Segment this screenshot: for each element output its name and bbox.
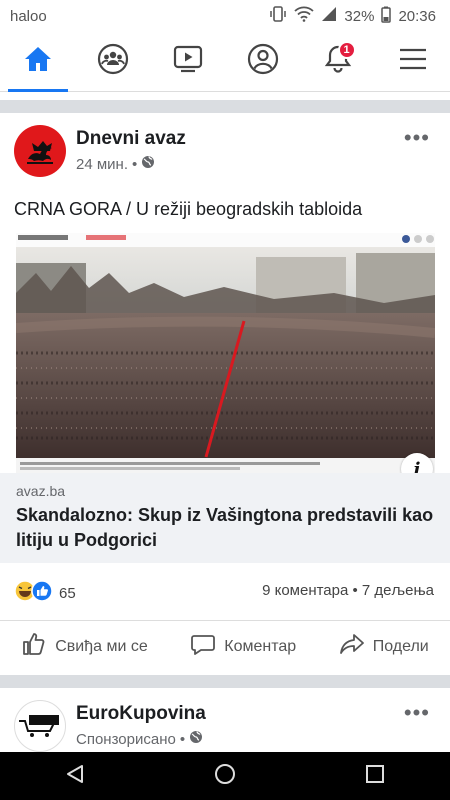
groups-icon <box>97 43 129 80</box>
globe-icon <box>141 155 155 173</box>
feed-separator <box>0 100 450 113</box>
share-arrow-icon <box>339 631 365 662</box>
nav-watch[interactable] <box>158 32 218 92</box>
nav-menu[interactable] <box>383 32 443 92</box>
battery-level: 32% <box>344 7 375 25</box>
post-author[interactable]: EuroKupovina <box>76 703 206 725</box>
top-nav-bar: 1 <box>0 32 450 92</box>
android-navigation-bar <box>0 752 450 800</box>
recents-square-icon <box>366 764 384 783</box>
feed-post: EuroKupovina Спонзорисано • ••• <box>0 688 450 752</box>
share-label: Подели <box>372 637 429 655</box>
hamburger-menu-icon <box>398 47 428 76</box>
video-play-icon <box>173 45 203 78</box>
signal-icon <box>321 6 337 26</box>
globe-icon <box>189 730 203 748</box>
comment-label: Коментар <box>224 637 297 655</box>
nav-notifications[interactable]: 1 <box>308 32 368 92</box>
clock: 20:36 <box>398 7 436 25</box>
home-circle-icon <box>215 763 235 784</box>
feed-separator <box>0 675 450 688</box>
crowd-photo <box>16 233 435 473</box>
post-options-button[interactable]: ••• <box>404 700 430 726</box>
reactions-summary[interactable]: 65 <box>14 580 76 606</box>
eurokupovina-logo <box>19 715 59 737</box>
link-domain: avaz.ba <box>16 483 66 499</box>
back-triangle-icon <box>67 764 83 783</box>
link-preview[interactable]: avaz.ba Skandalozno: Skup iz Vašingtona … <box>0 473 450 563</box>
battery-icon <box>381 6 392 27</box>
comments-shares-count[interactable]: 9 коментара • 7 дељења <box>262 582 434 599</box>
link-title: Skandalozno: Skup iz Vašingtona predstav… <box>16 505 434 550</box>
dnevni-avaz-logo <box>27 141 53 164</box>
status-bar: haloo 32% 20:36 <box>0 0 450 32</box>
meta-dot: • <box>132 155 138 173</box>
post-time[interactable]: 24 мин. <box>76 156 128 173</box>
post-header: Dnevni avaz 24 мин. • <box>14 125 186 177</box>
post-meta: Спонзорисано • <box>76 730 203 748</box>
feed-post: Dnevni avaz 24 мин. • ••• CRNA GORA / U … <box>0 113 450 675</box>
post-header: EuroKupovina Спонзорисано • <box>14 700 206 752</box>
carrier-name: haloo <box>10 7 47 25</box>
recents-button[interactable] <box>364 763 386 790</box>
thumbs-up-icon <box>21 631 47 662</box>
comment-bubble-icon <box>190 631 216 662</box>
vibrate-icon <box>269 5 287 27</box>
post-options-button[interactable]: ••• <box>404 125 430 151</box>
post-actions: Свиђа ми се Коментар Подели <box>0 620 450 672</box>
post-meta: 24 мин. • <box>76 155 155 173</box>
like-reaction-icon <box>31 580 53 606</box>
post-text: CRNA GORA / U režiji beogradskih tabloid… <box>14 199 363 219</box>
meta-dot: • <box>179 730 186 748</box>
wifi-icon <box>294 6 315 26</box>
like-button[interactable]: Свиђа ми се <box>21 631 148 662</box>
home-button[interactable] <box>214 763 236 790</box>
nav-home[interactable] <box>7 32 68 92</box>
home-icon <box>23 45 53 78</box>
page-avatar[interactable] <box>14 700 66 752</box>
sponsored-label: Спонзорисано <box>76 730 176 748</box>
post-author[interactable]: Dnevni avaz <box>76 128 186 150</box>
share-button[interactable]: Подели <box>339 631 429 662</box>
comment-button[interactable]: Коментар <box>190 631 296 662</box>
reactions-count: 65 <box>59 584 76 602</box>
notification-badge: 1 <box>337 40 356 59</box>
profile-icon <box>247 43 279 80</box>
nav-groups[interactable] <box>83 32 143 92</box>
page-avatar[interactable] <box>14 125 66 177</box>
like-label: Свиђа ми се <box>55 637 148 655</box>
nav-profile[interactable] <box>233 32 293 92</box>
back-button[interactable] <box>64 763 86 790</box>
link-preview-image[interactable] <box>16 233 435 473</box>
